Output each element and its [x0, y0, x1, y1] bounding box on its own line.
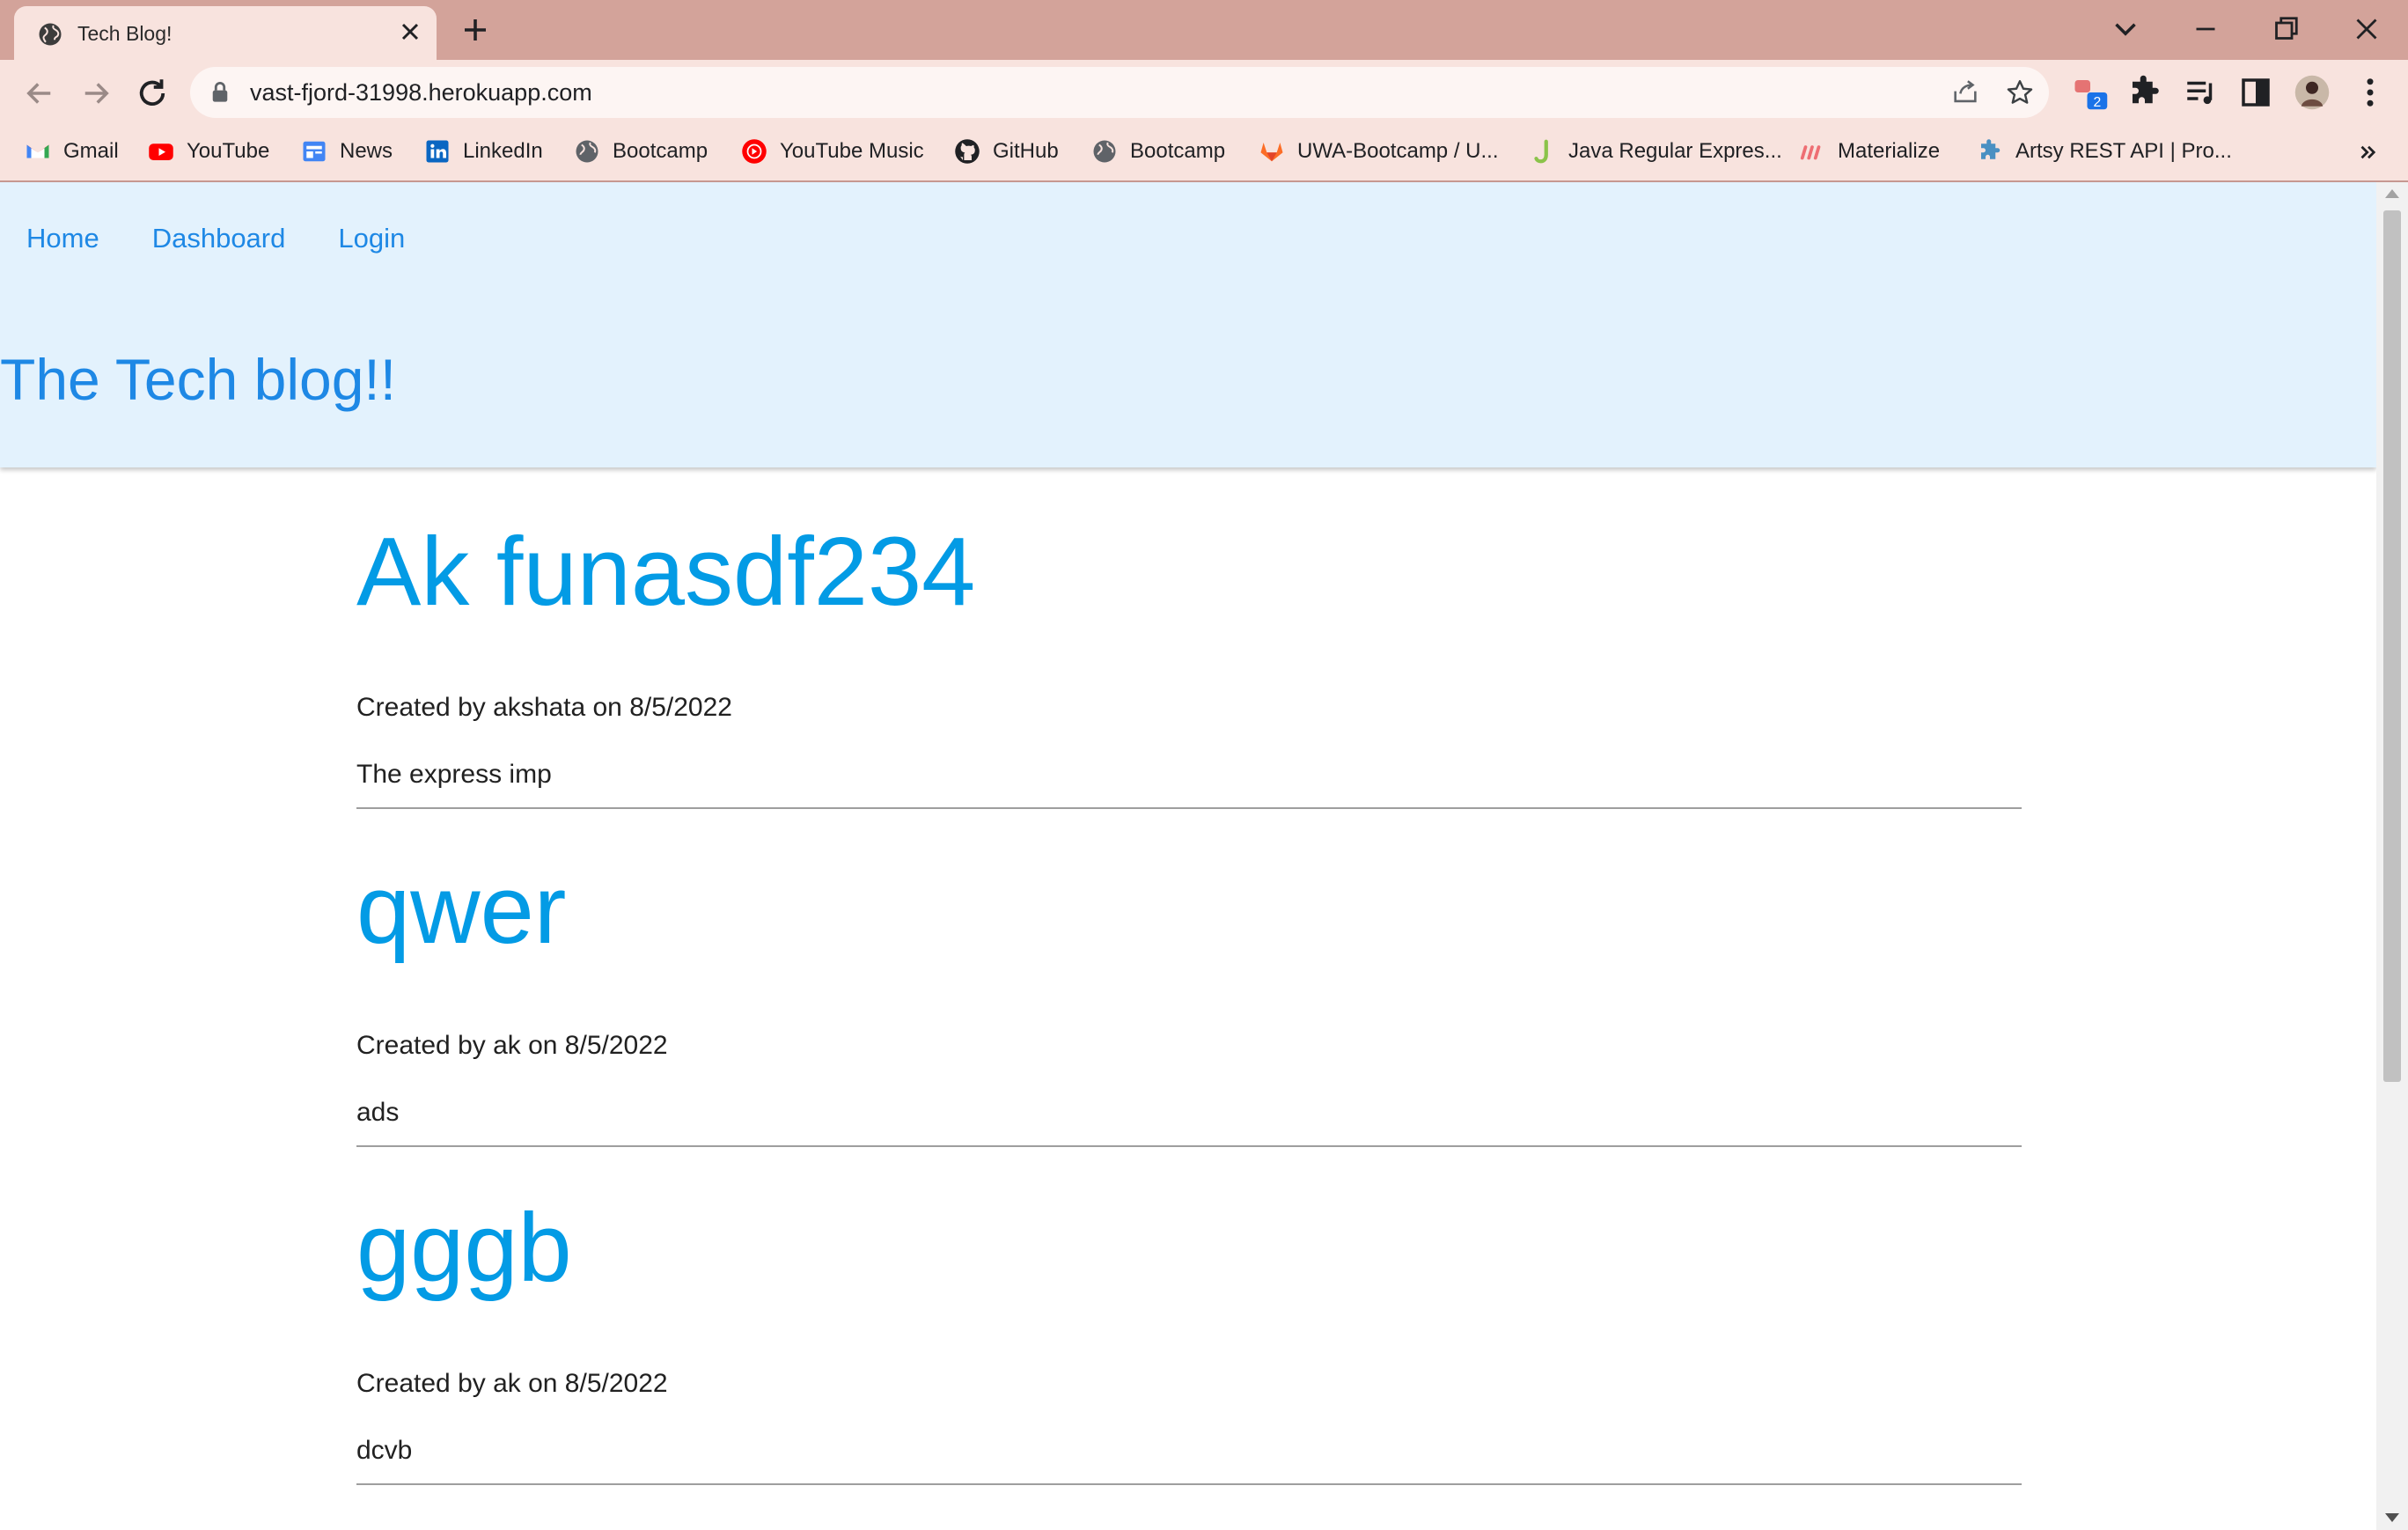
minimize-icon[interactable]: [2187, 11, 2224, 48]
vertical-scrollbar[interactable]: [2376, 182, 2408, 1530]
bookmark-bootcamp-1[interactable]: Bootcamp: [574, 132, 708, 171]
github-icon: [955, 139, 980, 164]
globe-icon: [1093, 140, 1116, 163]
j-icon: [1534, 139, 1548, 164]
youtube-music-icon: [742, 139, 767, 164]
bookmark-label: GitHub: [993, 139, 1059, 163]
bookmark-gmail[interactable]: Gmail: [25, 132, 119, 171]
bookmark-label: Materialize: [1838, 139, 1941, 163]
forward-icon[interactable]: [77, 75, 114, 112]
nav-dashboard-link[interactable]: Dashboard: [152, 223, 286, 254]
url-text[interactable]: vast-fjord-31998.herokuapp.com: [250, 79, 592, 107]
bookmark-label: UWA-Bootcamp / U...: [1297, 139, 1499, 163]
nav-home-link[interactable]: Home: [26, 223, 99, 254]
bookmark-materialize[interactable]: Materialize: [1799, 132, 1940, 171]
tab-search-icon[interactable]: [2107, 11, 2144, 48]
bookmark-label: YouTube: [187, 139, 270, 163]
bookmark-bootcamp-2[interactable]: Bootcamp: [1091, 132, 1225, 171]
bookmark-star-icon[interactable]: [2005, 77, 2035, 107]
materialize-icon: [1800, 145, 1821, 160]
bookmark-label: Bootcamp: [613, 139, 708, 163]
bookmark-linkedin[interactable]: LinkedIn: [424, 132, 543, 171]
post-body: ads: [356, 1098, 400, 1127]
post-divider: [356, 1145, 2022, 1147]
scroll-up-arrow-icon[interactable]: [2385, 189, 2399, 198]
puzzle-icon: [1981, 139, 2001, 159]
scrollbar-thumb[interactable]: [2383, 210, 2401, 1082]
browser-tab[interactable]: Tech Blog!: [14, 6, 437, 60]
extensions-puzzle-icon[interactable]: [2126, 74, 2163, 111]
close-window-icon[interactable]: [2348, 11, 2385, 48]
post-title[interactable]: qwer: [356, 855, 566, 967]
linkedin-icon: [426, 140, 449, 163]
bookmark-artsy-api[interactable]: Artsy REST API | Pro...: [1977, 132, 2232, 171]
tab-title: Tech Blog!: [77, 22, 173, 45]
post-body: The express imp: [356, 760, 552, 789]
bookmark-label: News: [340, 139, 393, 163]
menu-kebab-icon[interactable]: [2352, 74, 2389, 111]
reading-list-icon[interactable]: [2183, 74, 2220, 111]
bookmark-java-regex[interactable]: Java Regular Expres...: [1530, 132, 1782, 171]
bookmark-news[interactable]: News: [301, 132, 393, 171]
post-meta: Created by akshata on 8/5/2022: [356, 693, 732, 722]
globe-icon: [576, 140, 598, 163]
bookmark-github[interactable]: GitHub: [954, 132, 1059, 171]
profile-avatar-icon[interactable]: [2294, 74, 2331, 111]
bookmark-youtube[interactable]: YouTube: [148, 132, 269, 171]
youtube-icon: [149, 143, 173, 160]
bookmark-gitlab[interactable]: UWA-Bootcamp / U...: [1259, 132, 1499, 171]
scroll-down-arrow-icon[interactable]: [2385, 1513, 2399, 1522]
post-meta: Created by ak on 8/5/2022: [356, 1031, 668, 1060]
news-icon: [303, 141, 326, 162]
reload-icon[interactable]: [134, 75, 171, 112]
globe-icon: [39, 23, 62, 46]
nav-login-link[interactable]: Login: [338, 223, 405, 254]
post-divider: [356, 807, 2022, 809]
new-tab-icon[interactable]: [459, 14, 491, 46]
bookmark-label: LinkedIn: [463, 139, 543, 163]
post-title[interactable]: gggb: [356, 1193, 572, 1305]
restore-icon[interactable]: [2267, 11, 2304, 48]
extension-badge-count: 2: [2093, 95, 2101, 110]
close-tab-icon[interactable]: [396, 18, 424, 46]
bookmarks-bar: Gmail YouTube News LinkedIn Bootcamp You…: [0, 123, 2408, 181]
share-icon[interactable]: [1950, 77, 1980, 107]
more-bookmarks-icon[interactable]: [2355, 139, 2382, 166]
bookmark-label: Bootcamp: [1130, 139, 1226, 163]
back-icon[interactable]: [21, 75, 58, 112]
post-list: Ak funasdf234 Created by akshata on 8/5/…: [356, 517, 2022, 1530]
post-body: dcvb: [356, 1436, 413, 1465]
bookmark-label: Gmail: [63, 139, 119, 163]
bookmark-label: Artsy REST API | Pro...: [2015, 139, 2232, 163]
post-title[interactable]: Ak funasdf234: [356, 517, 975, 629]
site-header: Home Dashboard Login The Tech blog!!: [0, 182, 2376, 467]
site-title: The Tech blog!!: [0, 347, 397, 412]
post-item[interactable]: Ak funasdf234 Created by akshata on 8/5/…: [356, 517, 2022, 855]
gitlab-icon: [1260, 143, 1283, 162]
gmail-icon: [26, 144, 49, 158]
address-bar[interactable]: vast-fjord-31998.herokuapp.com: [190, 67, 2049, 118]
bookmark-label: Java Regular Expres...: [1568, 139, 1782, 163]
post-meta: Created by ak on 8/5/2022: [356, 1369, 668, 1398]
bookmark-label: YouTube Music: [780, 139, 924, 163]
page-viewport: Home Dashboard Login The Tech blog!! Ak …: [0, 182, 2376, 1530]
tab-strip: Tech Blog!: [0, 0, 2408, 60]
post-item[interactable]: gggb Created by ak on 8/5/2022 dcvb: [356, 1193, 2022, 1530]
lock-icon[interactable]: [209, 81, 231, 104]
bookmark-youtube-music[interactable]: YouTube Music: [741, 132, 924, 171]
post-divider: [356, 1483, 2022, 1485]
side-panel-icon[interactable]: [2237, 74, 2274, 111]
post-item[interactable]: qwer Created by ak on 8/5/2022 ads: [356, 855, 2022, 1193]
extension-badge-icon[interactable]: 2: [2072, 74, 2109, 111]
site-nav: Home Dashboard Login: [26, 223, 405, 254]
